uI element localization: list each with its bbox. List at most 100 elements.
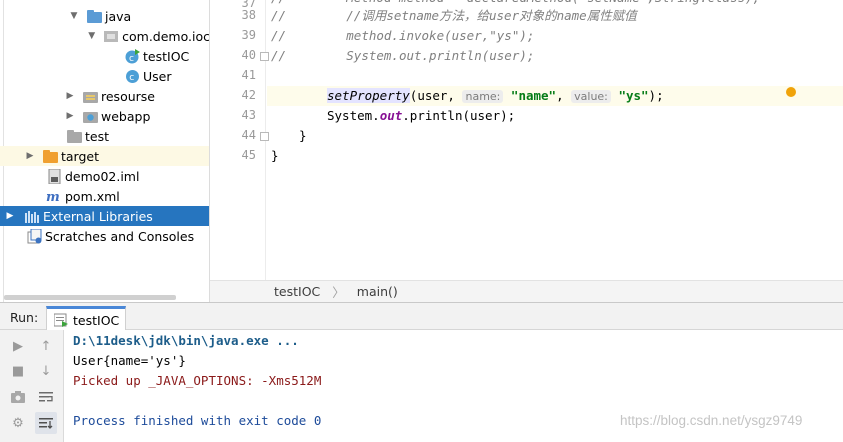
tree-item-scratches[interactable]: Scratches and Consoles <box>0 226 209 246</box>
folder-blue-icon <box>86 8 102 24</box>
chevron-right-icon[interactable]: ▶ <box>24 151 36 161</box>
class-icon: c <box>124 68 140 84</box>
code-line-39: // method.invoke(user,"ys"); <box>271 26 534 46</box>
folder-orange-icon <box>42 148 58 164</box>
run-config-icon <box>53 312 69 328</box>
breadcrumb-class[interactable]: testIOC <box>274 284 320 299</box>
stop-icon[interactable]: ■ <box>7 360 29 382</box>
chevron-right-icon[interactable]: ▶ <box>64 111 76 121</box>
method-call[interactable]: setProperty <box>327 88 410 103</box>
line-number: 38 <box>241 8 256 22</box>
tree-item-external-libraries[interactable]: ▶ External Libraries <box>0 206 209 226</box>
chevron-down-icon[interactable]: ▼ <box>68 11 80 21</box>
tree-item-resourse[interactable]: ▶ resourse <box>0 86 209 106</box>
tree-item-label: test <box>85 128 110 144</box>
tree-item-label: pom.xml <box>65 188 120 204</box>
code-token: System. <box>327 108 380 123</box>
svg-text:m: m <box>46 190 60 203</box>
code-token: ); <box>648 88 664 103</box>
tree-item-label: testIOC <box>143 48 190 64</box>
run-label: Run: <box>10 310 39 325</box>
chevron-right-icon[interactable]: ▶ <box>64 91 76 101</box>
static-field: out <box>379 108 403 123</box>
tree-item-label: webapp <box>101 108 151 124</box>
string-literal: "ys" <box>618 88 649 103</box>
tree-item-label: target <box>61 148 100 164</box>
run-tab-testioc[interactable]: testIOC <box>46 306 126 331</box>
folder-web-icon <box>82 108 98 124</box>
parameter-hint: value: <box>571 90 611 103</box>
code-line-38: // //调用setname方法，给user对象的name属性赋值 <box>271 6 637 26</box>
code-line-45: } <box>271 148 279 163</box>
up-arrow-icon[interactable]: ↑ <box>35 335 57 357</box>
class-run-icon: c <box>124 48 140 64</box>
console-exit-line: Process finished with exit code 0 <box>73 413 322 428</box>
code-token: , <box>556 88 572 103</box>
run-toolbar: ▶ ↑ ■ ↓ ⚙ <box>0 330 64 442</box>
tree-item-label: com.demo.ioc <box>122 28 210 44</box>
line-number: 41 <box>241 68 256 82</box>
tree-item-label: resourse <box>101 88 155 104</box>
tree-item-label: External Libraries <box>43 208 153 224</box>
chevron-right-icon[interactable]: ▶ <box>4 211 16 221</box>
string-literal: "name" <box>510 88 557 103</box>
line-number: 40 <box>241 48 256 62</box>
iml-file-icon <box>46 168 62 184</box>
line-number: 43 <box>241 108 256 122</box>
tree-item-webapp[interactable]: ▶ webapp <box>0 106 209 126</box>
svg-text:c: c <box>129 73 134 83</box>
breadcrumb-method[interactable]: main() <box>357 284 398 299</box>
run-tool-window-header: Run: testIOC <box>0 302 843 331</box>
tree-item-label: Scratches and Consoles <box>45 228 195 244</box>
line-number: 39 <box>241 28 256 42</box>
folder-gray-icon <box>66 128 82 144</box>
tree-item-test[interactable]: test <box>0 126 209 146</box>
code-line-40: // System.out.println(user); <box>271 46 534 66</box>
soft-wrap-icon[interactable] <box>35 386 57 408</box>
tree-item-user[interactable]: c User <box>0 66 209 86</box>
line-number: 42 <box>241 88 256 102</box>
camera-icon[interactable] <box>7 386 29 408</box>
console-stderr-line: Picked up _JAVA_OPTIONS: -Xms512M <box>73 373 322 388</box>
parameter-hint: name: <box>462 90 504 103</box>
breadcrumb: testIOC 〉 main() <box>210 280 843 302</box>
line-number: 45 <box>241 148 256 162</box>
console-output-line: User{name='ys'} <box>73 353 186 368</box>
code-token: (user, <box>409 88 463 103</box>
code-comment-prefix: // <box>271 48 347 63</box>
code-editor[interactable]: // Method method = declaredMethod("setNa… <box>267 0 843 280</box>
intention-bulb-icon[interactable] <box>786 87 796 97</box>
run-icon[interactable]: ▶ <box>7 335 29 357</box>
tree-item-demo02-iml[interactable]: demo02.iml <box>0 166 209 186</box>
settings-icon[interactable]: ⚙ <box>7 412 29 434</box>
tree-item-label: java <box>105 8 132 24</box>
maven-icon: m <box>46 188 62 204</box>
code-comment: System.out.println(user); <box>346 48 535 63</box>
line-number-gutter: 37 38 39 40 41 42 43 44 45 <box>210 0 269 280</box>
code-comment: //调用setname方法，给user对象的name属性赋值 <box>346 8 637 23</box>
tree-horizontal-scrollbar[interactable] <box>4 295 176 300</box>
tree-item-com-demo-ioc[interactable]: ▼ com.demo.ioc <box>0 26 210 46</box>
svg-text:c: c <box>129 54 134 64</box>
line-number: 44 <box>241 128 256 142</box>
run-tab-label: testIOC <box>73 312 120 328</box>
code-line-42: setProperty(user, name: "name", value: "… <box>327 86 664 106</box>
project-tree: ▼ java ▼ com.demo.ioc c testIOC c User ▶… <box>0 0 210 302</box>
libraries-icon <box>24 208 40 224</box>
tree-item-target[interactable]: ▶ target <box>0 146 209 166</box>
code-line-44: } <box>299 128 307 143</box>
code-comment-prefix: // <box>271 28 347 43</box>
scroll-to-end-icon[interactable] <box>35 412 57 434</box>
tree-item-label: demo02.iml <box>65 168 140 184</box>
down-arrow-icon[interactable]: ↓ <box>35 360 57 382</box>
folder-resources-icon <box>82 88 98 104</box>
tree-item-java[interactable]: ▼ java <box>0 6 209 26</box>
console-command-line[interactable]: D:\11desk\jdk\bin\java.exe ... <box>73 331 299 351</box>
chevron-down-icon[interactable]: ▼ <box>86 31 98 41</box>
tree-item-testioc[interactable]: c testIOC <box>0 46 209 66</box>
watermark-text: https://blog.csdn.net/ysgz9749 <box>620 413 803 428</box>
code-comment-prefix: // <box>271 8 347 23</box>
package-icon <box>104 28 120 44</box>
tree-item-label: User <box>143 68 172 84</box>
tree-item-pom-xml[interactable]: m pom.xml <box>0 186 209 206</box>
